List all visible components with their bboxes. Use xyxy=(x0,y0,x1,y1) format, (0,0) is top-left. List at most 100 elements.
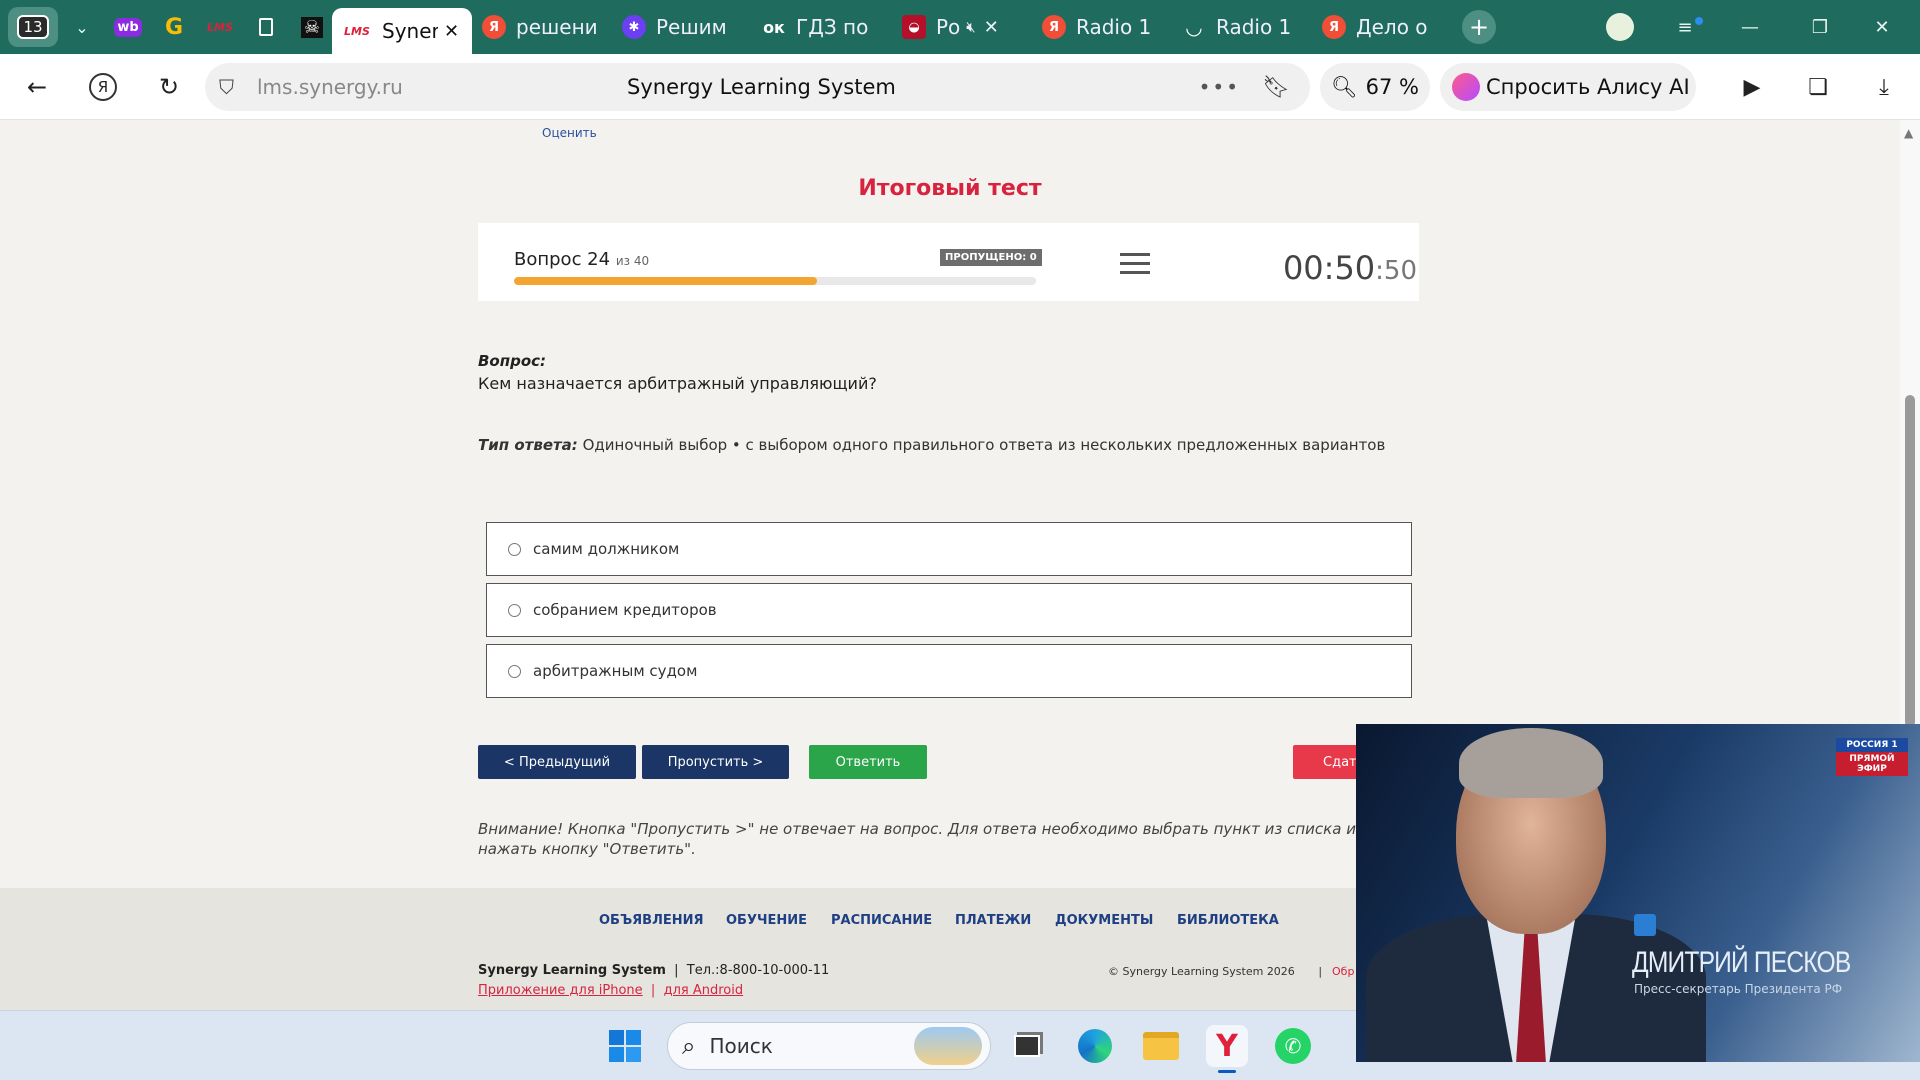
test-title: Итоговый тест xyxy=(858,176,1042,201)
answer-option[interactable]: самим должником xyxy=(486,522,1412,576)
pinned-tab-doc[interactable] xyxy=(246,7,286,47)
option-label: арбитражным судом xyxy=(533,662,698,680)
lips-icon: ◒ xyxy=(902,15,926,39)
footer-link-library[interactable]: БИБЛИОТЕКА xyxy=(1177,913,1279,928)
pirate-icon: ☠ xyxy=(300,16,324,38)
video-caption-role: Пресс-секретарь Президента РФ xyxy=(1634,982,1843,996)
restore-icon[interactable]: ❐ xyxy=(1790,0,1850,54)
answer-type-label: Тип ответа: xyxy=(478,436,578,454)
task-view-icon[interactable] xyxy=(1006,1025,1048,1067)
answer-option[interactable]: арбитражным судом xyxy=(486,644,1412,698)
window-close-icon[interactable]: ✕ xyxy=(1852,0,1912,54)
minimize-icon[interactable]: — xyxy=(1720,0,1780,54)
tab-label: Решим xyxy=(656,15,727,39)
yandex-home-button[interactable]: Я xyxy=(78,62,128,112)
previous-button[interactable]: < Предыдущий xyxy=(478,745,636,779)
play-icon: ▶ xyxy=(1743,74,1761,100)
pinned-tab-lms[interactable]: LMS xyxy=(200,7,240,47)
url-field[interactable]: ⛉ lms.synergy.ru Synergy Learning System… xyxy=(205,63,1310,111)
mute-icon[interactable]: 🔇︎ xyxy=(966,18,975,36)
profile-icon[interactable] xyxy=(1590,0,1650,54)
answer-type: Тип ответа: Одиночный выбор • с выбором … xyxy=(478,436,1385,454)
picture-in-picture-video[interactable]: ДМИТРИЙ ПЕСКОВ Пресс-секретарь Президент… xyxy=(1356,724,1920,1062)
radio-button[interactable] xyxy=(508,542,521,556)
scrollbar-thumb[interactable] xyxy=(1905,395,1915,727)
ask-alice-button[interactable]: Спросить Алису AI xyxy=(1440,63,1696,111)
answer-button[interactable]: Ответить xyxy=(809,745,927,779)
tab-ro-muted[interactable]: ◒ Ро 🔇︎ ✕ xyxy=(892,6,1032,48)
windows-start-icon[interactable] xyxy=(604,1025,646,1067)
collections-button[interactable]: ❏ xyxy=(1794,63,1842,111)
tab-delo[interactable]: Я Дело о xyxy=(1312,6,1452,48)
media-button[interactable]: ▶ xyxy=(1728,63,1776,111)
downloads-button[interactable]: ⤓ xyxy=(1860,63,1908,111)
edge-icon[interactable] xyxy=(1074,1025,1116,1067)
tab-label: Synergy xyxy=(382,19,438,43)
pinned-tab-wb[interactable]: wb xyxy=(108,7,148,47)
file-explorer-icon[interactable] xyxy=(1140,1025,1182,1067)
question-total: из 40 xyxy=(615,254,650,268)
document-icon xyxy=(259,18,273,36)
tab-synergy[interactable]: LMS Synergy ✕ xyxy=(332,8,472,54)
wildberries-icon: wb xyxy=(114,17,142,37)
question-label: Вопрос: xyxy=(478,352,547,370)
ok-icon: ок xyxy=(763,17,785,37)
option-label: самим должником xyxy=(533,540,680,558)
tab-reshim[interactable]: ✱ Решим xyxy=(612,6,752,48)
footer-brand: Synergy Learning System xyxy=(478,963,666,978)
zoom-button[interactable]: 🔍︎ 67 % xyxy=(1320,63,1430,111)
url-domain: lms.synergy.ru xyxy=(257,75,403,99)
horse-decoration-icon xyxy=(914,1027,982,1065)
footer-link-schedule[interactable]: РАСПИСАНИЕ xyxy=(831,913,932,928)
back-button[interactable]: ← xyxy=(12,62,62,112)
tab-count-button[interactable]: 13 xyxy=(8,7,58,47)
skipped-badge: ПРОПУЩЕНО: 0 xyxy=(940,249,1042,266)
shield-icon: ⛉ xyxy=(219,75,234,99)
skip-button[interactable]: Пропустить > xyxy=(642,745,789,779)
close-icon[interactable]: ✕ xyxy=(444,21,459,42)
question-text: Кем назначается арбитражный управляющий? xyxy=(478,374,877,393)
footer-link-education[interactable]: ОБУЧЕНИЕ xyxy=(726,913,807,928)
bookmark-icon[interactable]: 🔖︎ xyxy=(1262,75,1290,100)
yandex-icon: Я xyxy=(1322,15,1346,39)
address-bar: ← Я ↻ ⛉ lms.synergy.ru Synergy Learning … xyxy=(0,54,1920,120)
more-icon[interactable]: ••• xyxy=(1199,75,1240,99)
timer-seconds: :50 xyxy=(1375,256,1417,286)
radio-button[interactable] xyxy=(508,664,521,678)
answer-option[interactable]: собранием кредиторов xyxy=(486,583,1412,637)
close-icon[interactable]: ✕ xyxy=(984,17,999,38)
radio-button[interactable] xyxy=(508,603,521,617)
rate-link[interactable]: Оценить xyxy=(542,126,597,140)
download-icon: ⤓ xyxy=(1879,74,1889,100)
tab-yandex-search[interactable]: Я решени xyxy=(472,6,612,48)
arrow-left-icon: ← xyxy=(26,72,48,101)
pinned-tab-google[interactable]: G xyxy=(154,7,194,47)
tab-gdz[interactable]: ок ГДЗ по xyxy=(752,6,892,48)
tab-label: Ро xyxy=(936,15,961,39)
footer-feedback-link[interactable]: Обр xyxy=(1332,965,1354,978)
chevron-down-icon[interactable]: ⌄ xyxy=(62,7,102,47)
question-list-icon[interactable] xyxy=(1120,251,1150,277)
lms-icon: LMS xyxy=(207,20,233,34)
tab-radio-1[interactable]: Я Radio 1 xyxy=(1032,6,1172,48)
menu-icon[interactable]: ≡ xyxy=(1660,0,1720,54)
android-app-link[interactable]: для Android xyxy=(664,983,744,998)
footer-brand-line: Synergy Learning System | Тел.:8-800-10-… xyxy=(478,963,830,978)
iphone-app-link[interactable]: Приложение для iPhone xyxy=(478,983,643,998)
tab-radio-2[interactable]: ◡ Radio 1 xyxy=(1172,6,1312,48)
yandex-browser-taskbar-icon[interactable]: Y xyxy=(1206,1025,1248,1073)
pinned-tab-pirate[interactable]: ☠ xyxy=(292,7,332,47)
footer-link-documents[interactable]: ДОКУМЕНТЫ xyxy=(1055,913,1153,928)
channel-logo: РОССИЯ 1 ПРЯМОЙ ЭФИР xyxy=(1836,738,1908,776)
live-label: ПРЯМОЙ ЭФИР xyxy=(1849,754,1895,774)
whatsapp-icon[interactable]: ✆ xyxy=(1272,1025,1314,1067)
tab-label: Radio 1 xyxy=(1076,15,1152,39)
footer-link-payments[interactable]: ПЛАТЕЖИ xyxy=(955,913,1031,928)
taskbar-search-input[interactable]: ⌕ Поиск xyxy=(667,1022,991,1070)
new-tab-button[interactable]: + xyxy=(1462,10,1496,44)
question-counter: Вопрос 24 из 40 xyxy=(514,249,649,270)
reload-button[interactable]: ↻ xyxy=(144,62,194,112)
footer-link-announcements[interactable]: ОБЪЯВЛЕНИЯ xyxy=(599,913,704,928)
warning-text: Внимание! Кнопка "Пропустить >" не отвеч… xyxy=(478,820,1356,858)
scroll-up-icon[interactable]: ▲ xyxy=(1904,126,1913,140)
